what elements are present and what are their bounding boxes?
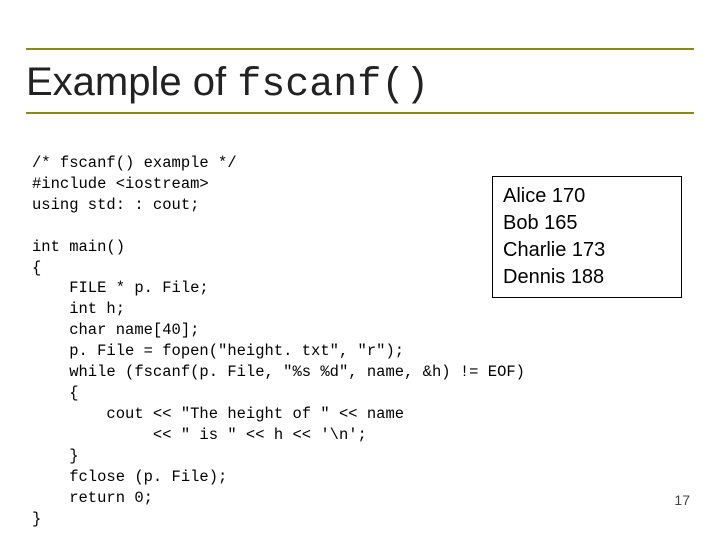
code-line: p. File = fopen("height. txt", "r"); — [32, 342, 404, 360]
code-line: while (fscanf(p. File, "%s %d", name, &h… — [32, 363, 525, 381]
slide-number: 17 — [674, 492, 690, 508]
code-line: return 0; — [32, 489, 153, 507]
code-line: fclose (p. File); — [32, 468, 227, 486]
output-box: Alice 170 Bob 165 Charlie 173 Dennis 188 — [492, 176, 682, 298]
output-line: Dennis 188 — [503, 264, 671, 291]
output-line: Alice 170 — [503, 183, 671, 210]
code-line: int h; — [32, 300, 125, 318]
code-line: } — [32, 447, 79, 465]
slide-title: Example of fscanf() — [26, 60, 429, 108]
code-line: /* fscanf() example */ — [32, 154, 237, 172]
code-line: } — [32, 510, 41, 528]
code-line: int main() — [32, 238, 125, 256]
code-line: { — [32, 384, 79, 402]
code-line: char name[40]; — [32, 321, 199, 339]
title-mono: fscanf() — [237, 63, 429, 108]
code-line: FILE * p. File; — [32, 279, 209, 297]
code-line: using std: : cout; — [32, 196, 199, 214]
code-line: { — [32, 259, 41, 277]
code-line: << " is " << h << '\n'; — [32, 426, 367, 444]
output-line: Bob 165 — [503, 210, 671, 237]
top-rule — [26, 48, 694, 50]
code-block: /* fscanf() example */ #include <iostrea… — [32, 132, 525, 530]
output-line: Charlie 173 — [503, 237, 671, 264]
code-line: cout << "The height of " << name — [32, 405, 404, 423]
title-underline — [26, 112, 694, 114]
code-line: #include <iostream> — [32, 175, 209, 193]
title-prefix: Example of — [26, 60, 237, 104]
